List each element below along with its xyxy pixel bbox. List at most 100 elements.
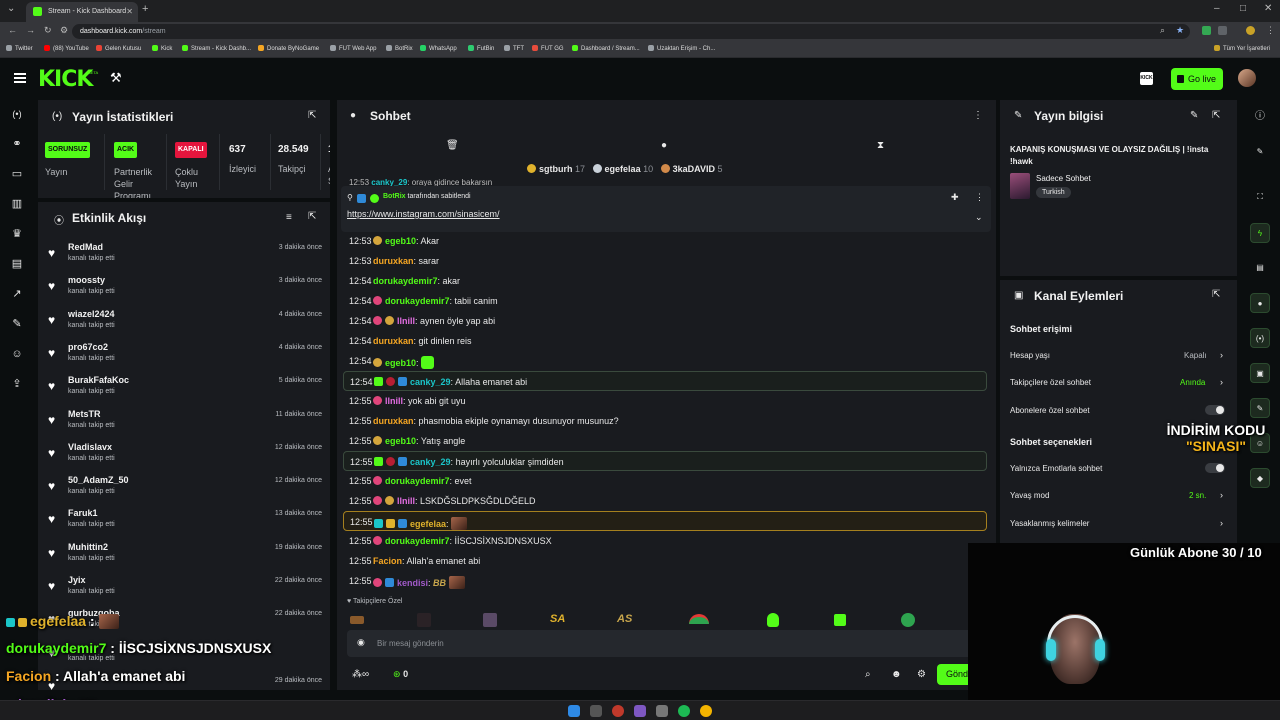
pinned-link[interactable]: https://www.instagram.com/sinasicem/	[347, 209, 500, 219]
chat-settings-icon[interactable]: ⚙	[917, 669, 926, 680]
bookmark-10[interactable]: TFT	[504, 45, 524, 52]
account-age-value[interactable]: Kapalı	[1184, 351, 1207, 360]
bookmark-3[interactable]: Kick	[152, 45, 172, 52]
activity-item[interactable]: ♥ MetsTR kanalı takip etti 11 dakika önce	[38, 407, 330, 440]
account-age-label[interactable]: Hesap yaşı	[1010, 351, 1050, 360]
fullscreen-icon[interactable]: ⛶	[1250, 187, 1270, 207]
community-icon[interactable]: ⁂∞	[352, 669, 369, 680]
chat-message[interactable]: 12:55 llnill: LSKDĞSLDPKSĞDLDĞELD	[349, 491, 987, 511]
search-icon[interactable]	[590, 705, 602, 717]
message-username[interactable]: egefelaa	[410, 519, 446, 529]
bookmark-11[interactable]: FUT GG	[532, 45, 564, 52]
activity-item[interactable]: ♥ Vladislavx kanalı takip etti 12 dakika ön…	[38, 440, 330, 473]
message-username[interactable]: dorukaydemir7	[385, 296, 450, 306]
chat-message[interactable]: 12:54 canky_29: Allaha emanet abi	[343, 371, 987, 391]
activity-user[interactable]: RedMad	[68, 242, 103, 252]
wrench-icon[interactable]: ✎	[10, 317, 24, 331]
activity-user[interactable]: 50_AdamZ_50	[68, 475, 129, 485]
channel-points[interactable]: ⊛ 0	[393, 669, 408, 680]
chevron-right-icon[interactable]: ›	[1220, 377, 1223, 387]
chat-message[interactable]: 12:55 kendisi: BB	[349, 571, 987, 591]
emote-ghost[interactable]	[767, 613, 779, 627]
browser-menu-icon[interactable]: ⋮	[1266, 25, 1275, 36]
message-username[interactable]: llnill	[397, 496, 415, 506]
emote-as[interactable]: AS	[617, 613, 632, 625]
bookmark-8[interactable]: WhatsApp	[420, 45, 457, 52]
gifter-2[interactable]: egefelaa 10	[592, 164, 653, 174]
emote-sa[interactable]: SA	[550, 613, 565, 625]
diamond-tool-icon[interactable]: ◆	[1250, 468, 1270, 488]
message-username[interactable]: egeb10	[385, 236, 416, 246]
chat-search-icon[interactable]: ⌕	[865, 669, 871, 680]
new-tab-icon[interactable]: +	[142, 3, 148, 15]
activity-user[interactable]: BurakFafaKoc	[68, 375, 129, 385]
hammer-icon[interactable]: ⚒	[110, 70, 122, 86]
link-icon[interactable]: ⚭	[10, 137, 24, 151]
message-username[interactable]: dorukaydemir7	[385, 536, 450, 546]
activity-user[interactable]: pro67co2	[68, 342, 108, 352]
category-name[interactable]: Sadece Sohbet	[1036, 174, 1091, 183]
app-icon-3[interactable]	[656, 705, 668, 717]
message-username[interactable]: duruxkan	[373, 416, 414, 426]
slow-mode-value[interactable]: 2 sn.	[1189, 491, 1206, 500]
forward-icon[interactable]: →	[26, 25, 35, 35]
bookmark-2[interactable]: Gelen Kutusu	[96, 45, 141, 52]
bookmark-13[interactable]: Uzaktan Erişim - Ch...	[648, 45, 715, 52]
maximize-icon[interactable]: □	[1240, 3, 1246, 14]
kick-logo[interactable]: KICK	[38, 67, 93, 92]
chat-input[interactable]: Bir mesaj gönderin	[377, 639, 444, 648]
activity-user[interactable]: Muhittin2	[68, 542, 108, 552]
chat-message[interactable]: 12:55 Facion: Allah'a emanet abi	[349, 551, 987, 571]
app-icon-1[interactable]	[612, 705, 624, 717]
back-icon[interactable]: ←	[8, 25, 17, 35]
activity-user[interactable]: Faruk1	[68, 508, 98, 518]
message-username[interactable]: canky_29	[410, 457, 451, 467]
message-username[interactable]: duruxkan	[373, 336, 414, 346]
emote-3[interactable]	[483, 613, 497, 627]
users-icon[interactable]: ☺	[10, 347, 24, 361]
app-icon-2[interactable]	[634, 705, 646, 717]
activity-item[interactable]: ♥ Muhittin2 kanalı takip etti 19 dakika önc…	[38, 540, 330, 573]
all-bookmarks[interactable]: Tüm Yer İşaretleri	[1214, 45, 1270, 52]
stream-tool-icon[interactable]: (•)	[1250, 328, 1270, 348]
edit-icon[interactable]: ✎	[1190, 110, 1198, 121]
activity-user[interactable]: MetsTR	[68, 409, 101, 419]
stream-info-popout-icon[interactable]: ⇱	[1212, 110, 1220, 121]
analytics-icon[interactable]: ▥	[10, 197, 24, 211]
subs-only-toggle[interactable]	[1205, 405, 1225, 415]
lightning-icon[interactable]: ϟ	[1250, 223, 1270, 243]
expand-chevron-icon[interactable]: ⌄	[975, 212, 983, 223]
browser-tab[interactable]: Stream - Kick Dashboard ✕	[26, 2, 138, 22]
chrome-icon[interactable]	[700, 705, 712, 717]
chat-message[interactable]: 12:55 egefelaa:	[343, 511, 987, 531]
chat-message[interactable]: 12:54 dorukaydemir7: tabii canim	[349, 291, 987, 311]
message-username[interactable]: canky_29	[410, 377, 451, 387]
message-username[interactable]: llnill	[397, 316, 415, 326]
chat-message[interactable]: 12:53 egeb10: Akar	[349, 231, 987, 251]
chevron-right-icon[interactable]: ›	[1220, 490, 1223, 500]
message-username[interactable]: duruxkan	[373, 256, 414, 266]
emote-1[interactable]	[350, 616, 364, 624]
activity-user[interactable]: wiazel2424	[68, 309, 115, 319]
tab-search-icon[interactable]: ⌄	[7, 3, 15, 14]
hourglass-icon[interactable]: ⧗	[877, 140, 884, 151]
chat-message[interactable]: 12:54 duruxkan: git dinlen reis	[349, 331, 987, 351]
chat-message[interactable]: 12:54 llnill: aynen öyle yap abi	[349, 311, 987, 331]
bookmark-7[interactable]: BotRix	[386, 45, 413, 52]
extensions-puzzle-icon[interactable]	[1218, 26, 1227, 35]
activity-user[interactable]: Jyix	[68, 575, 86, 585]
chat-message[interactable]: 12:55 egeb10: Yatış angle	[349, 431, 987, 451]
message-username[interactable]: dorukaydemir7	[385, 476, 450, 486]
emote-mail[interactable]	[834, 614, 846, 626]
upload-icon[interactable]: ⇪	[10, 377, 24, 391]
emote-globe[interactable]	[901, 613, 915, 627]
chat-message[interactable]: 12:55 dorukaydemir7: evet	[349, 471, 987, 491]
pinned-menu-icon[interactable]: ⋮	[975, 192, 984, 203]
emotes-only-toggle[interactable]	[1205, 463, 1225, 473]
emote-2[interactable]	[417, 613, 431, 627]
url-input[interactable]: dashboard.kick.com/stream	[72, 24, 1190, 39]
emote-gauge[interactable]	[689, 614, 709, 624]
slow-mode-label[interactable]: Yavaş mod	[1010, 491, 1049, 500]
user-avatar[interactable]	[1238, 69, 1256, 87]
chat-message[interactable]: 12:55 duruxkan: phasmobia ekiple oynamayı…	[349, 411, 987, 431]
